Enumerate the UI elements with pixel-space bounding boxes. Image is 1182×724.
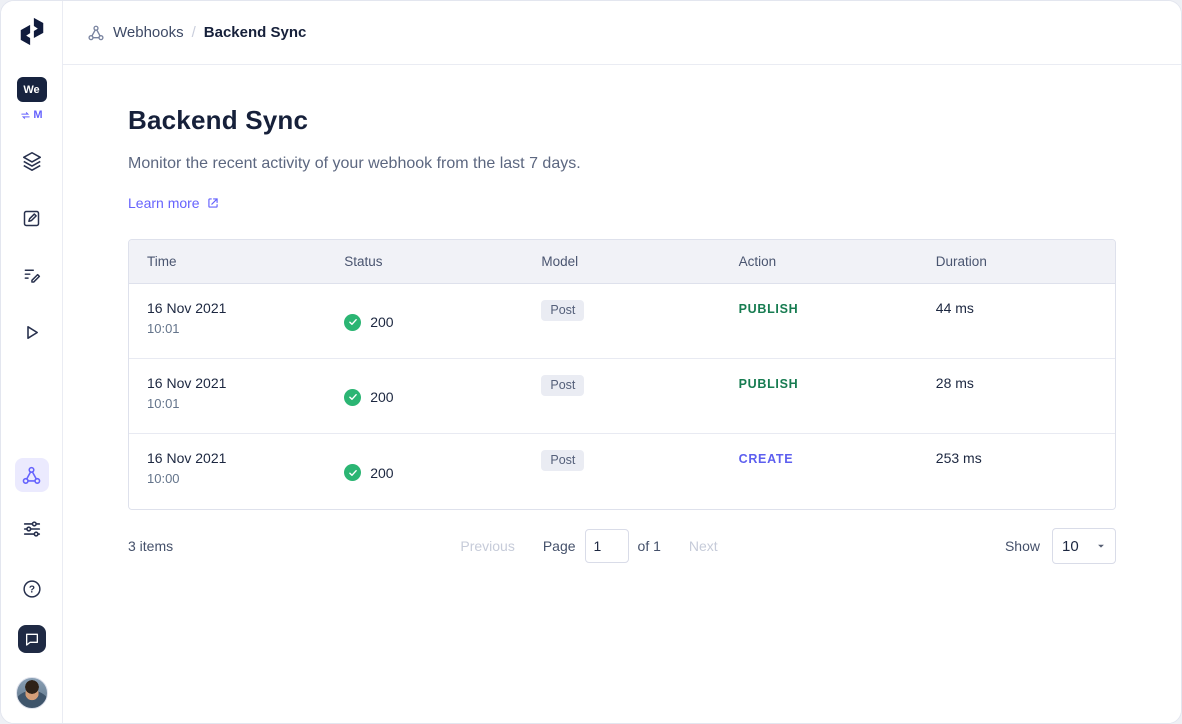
row-time: 10:01: [147, 396, 314, 411]
main-area: Webhooks / Backend Sync Backend Sync Mon…: [63, 1, 1181, 723]
check-circle-icon: [344, 314, 361, 331]
page-input[interactable]: [585, 529, 629, 563]
status-cell: 200: [326, 284, 523, 358]
external-link-icon: [206, 196, 220, 210]
sidebar: We M: [1, 1, 63, 723]
column-header-time: Time: [129, 240, 326, 283]
svg-text:?: ?: [28, 585, 34, 596]
help-button[interactable]: ?: [20, 577, 44, 601]
breadcrumb-current: Backend Sync: [204, 24, 307, 41]
page-size-value: 10: [1062, 538, 1079, 555]
page-subtitle: Monitor the recent activity of your webh…: [128, 155, 1116, 173]
row-date: 16 Nov 2021: [147, 300, 314, 316]
table-row[interactable]: 16 Nov 2021 10:01 200 Post PUBLISH: [129, 284, 1115, 359]
previous-button[interactable]: Previous: [460, 538, 514, 554]
learn-more-link[interactable]: Learn more: [128, 195, 220, 211]
environment-switch-icon: [20, 110, 31, 121]
content-edit-icon: [21, 208, 42, 229]
layers-icon: [21, 150, 43, 172]
feedback-chat-icon: [24, 631, 40, 647]
status-code: 200: [370, 389, 393, 405]
time-cell: 16 Nov 2021 10:01: [129, 284, 326, 358]
sidebar-item-editor[interactable]: [20, 263, 44, 287]
model-cell: Post: [523, 434, 720, 509]
model-badge: Post: [541, 375, 584, 396]
show-label: Show: [1005, 538, 1040, 554]
column-header-model: Model: [523, 240, 720, 283]
sidebar-item-webhooks[interactable]: [15, 458, 49, 492]
page-group: Page of 1: [543, 529, 661, 563]
table-row[interactable]: 16 Nov 2021 10:00 200 Post CREATE: [129, 434, 1115, 509]
status-cell: 200: [326, 359, 523, 433]
of-label: of 1: [638, 538, 661, 554]
time-cell: 16 Nov 2021 10:00: [129, 434, 326, 509]
model-cell: Post: [523, 359, 720, 433]
status-code: 200: [370, 314, 393, 330]
app-logo[interactable]: [13, 11, 51, 51]
page-label: Page: [543, 538, 576, 554]
check-circle-icon: [344, 389, 361, 406]
logo-icon: [17, 15, 47, 47]
sidebar-item-api-playground[interactable]: [20, 320, 44, 344]
page-title: Backend Sync: [128, 105, 1116, 136]
time-cell: 16 Nov 2021 10:01: [129, 359, 326, 433]
chevron-down-icon: [1096, 541, 1106, 551]
sidebar-nav: [20, 149, 44, 344]
pagination-bar: 3 items Previous Page of 1 Next Show 10: [128, 528, 1116, 564]
page-content: Backend Sync Monitor the recent activity…: [63, 65, 1181, 564]
sidebar-bottom: ?: [16, 577, 48, 709]
row-time: 10:00: [147, 471, 314, 486]
column-header-action: Action: [721, 240, 918, 283]
project-badge[interactable]: We: [17, 77, 47, 102]
table-header-row: Time Status Model Action Duration: [129, 240, 1115, 284]
sidebar-item-settings[interactable]: [20, 517, 44, 541]
pagination-controls: Previous Page of 1 Next: [173, 529, 1005, 563]
page-size-select[interactable]: 10: [1052, 528, 1116, 564]
row-date: 16 Nov 2021: [147, 450, 314, 466]
page-size-group: Show 10: [1005, 528, 1116, 564]
sidebar-item-content[interactable]: [20, 206, 44, 230]
action-cell: CREATE: [721, 434, 918, 509]
webhook-icon: [21, 465, 42, 486]
column-header-status: Status: [326, 240, 523, 283]
column-header-duration: Duration: [918, 240, 1115, 283]
user-avatar[interactable]: [16, 677, 48, 709]
play-icon: [21, 322, 42, 343]
sliders-icon: [21, 518, 43, 540]
environment-label: M: [33, 109, 42, 121]
action-cell: PUBLISH: [721, 284, 918, 358]
learn-more-label: Learn more: [128, 195, 200, 211]
model-badge: Post: [541, 450, 584, 471]
table-row[interactable]: 16 Nov 2021 10:01 200 Post PUBLISH: [129, 359, 1115, 434]
breadcrumb-section[interactable]: Webhooks: [113, 24, 184, 41]
action-label: PUBLISH: [739, 302, 799, 316]
webhook-log-table: Time Status Model Action Duration 16 Nov…: [128, 239, 1116, 510]
action-label: PUBLISH: [739, 377, 799, 391]
feedback-button[interactable]: [18, 625, 46, 653]
sidebar-item-schema[interactable]: [20, 149, 44, 173]
project-initials: We: [23, 84, 39, 96]
app-window: We M: [0, 0, 1182, 724]
duration-cell: 44 ms: [918, 284, 1115, 358]
duration-cell: 28 ms: [918, 359, 1115, 433]
breadcrumb: Webhooks / Backend Sync: [63, 1, 1181, 65]
action-cell: PUBLISH: [721, 359, 918, 433]
action-label: CREATE: [739, 452, 794, 466]
duration-cell: 253 ms: [918, 434, 1115, 509]
row-time: 10:01: [147, 321, 314, 336]
breadcrumb-separator: /: [192, 24, 196, 41]
schema-edit-icon: [21, 265, 42, 286]
help-icon: ?: [21, 578, 43, 600]
model-badge: Post: [541, 300, 584, 321]
model-cell: Post: [523, 284, 720, 358]
row-date: 16 Nov 2021: [147, 375, 314, 391]
next-button[interactable]: Next: [689, 538, 718, 554]
status-cell: 200: [326, 434, 523, 509]
items-count: 3 items: [128, 538, 173, 554]
environment-badge[interactable]: M: [20, 109, 42, 121]
status-code: 200: [370, 465, 393, 481]
check-circle-icon: [344, 464, 361, 481]
breadcrumb-webhook-icon: [87, 24, 105, 42]
